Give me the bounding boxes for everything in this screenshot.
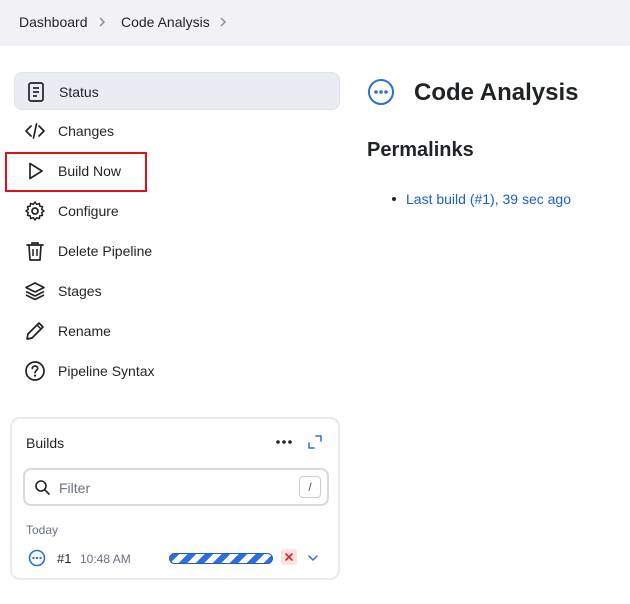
more-horizontal-icon[interactable] xyxy=(274,435,294,449)
breadcrumb-code-analysis[interactable]: Code Analysis xyxy=(121,14,210,30)
sidebar-item-rename[interactable]: Rename xyxy=(14,312,340,350)
document-icon xyxy=(28,82,44,102)
chevron-down-icon[interactable] xyxy=(307,552,319,564)
in-progress-status-icon xyxy=(28,549,46,567)
help-circle-icon xyxy=(25,361,45,381)
sidebar-item-label: Build Now xyxy=(58,163,122,179)
search-icon xyxy=(35,480,50,495)
chevron-right-icon[interactable] xyxy=(217,16,229,28)
trash-icon xyxy=(26,242,44,261)
build-row[interactable]: #1 10:48 AM xyxy=(24,545,330,571)
sidebar-item-label: Stages xyxy=(58,283,102,299)
sidebar-item-label: Rename xyxy=(58,323,111,339)
list-item: Last build (#1), 39 sec ago xyxy=(390,191,571,207)
builds-filter: / xyxy=(23,468,329,506)
permalink-last-build[interactable]: Last build (#1), 39 sec ago xyxy=(406,191,571,207)
builds-filter-input[interactable] xyxy=(59,477,279,499)
permalink-list: Last build (#1), 39 sec ago xyxy=(390,191,571,207)
code-icon xyxy=(25,123,45,139)
sidebar-item-label: Status xyxy=(59,84,99,100)
page-title: Code Analysis xyxy=(414,79,579,106)
build-time: 10:48 AM xyxy=(80,552,131,566)
sidebar-item-label: Delete Pipeline xyxy=(58,243,153,259)
sidebar-item-delete-pipeline[interactable]: Delete Pipeline xyxy=(14,232,340,270)
sidebar-item-label: Pipeline Syntax xyxy=(58,363,155,379)
sidebar-item-label: Configure xyxy=(58,203,119,219)
pencil-icon xyxy=(26,322,44,340)
in-progress-status-icon xyxy=(368,79,394,105)
sidebar-item-stages[interactable]: Stages xyxy=(14,272,340,310)
sidebar-item-build-now[interactable]: Build Now xyxy=(14,152,340,190)
build-number[interactable]: #1 xyxy=(57,551,71,566)
builds-title: Builds xyxy=(26,435,65,451)
abort-build-icon[interactable] xyxy=(281,549,297,565)
sidebar-item-status[interactable]: Status xyxy=(14,72,340,110)
breadcrumb-dashboard[interactable]: Dashboard xyxy=(19,14,88,30)
sidebar-item-pipeline-syntax[interactable]: Pipeline Syntax xyxy=(14,352,340,390)
gear-icon xyxy=(25,201,45,221)
sidebar-item-label: Changes xyxy=(58,123,115,139)
breadcrumb: Dashboard Code Analysis xyxy=(0,0,630,46)
chevron-right-icon xyxy=(99,17,106,27)
build-progress-bar xyxy=(169,553,273,564)
layers-icon xyxy=(25,282,45,301)
expand-icon[interactable] xyxy=(307,434,323,450)
play-icon xyxy=(29,162,43,180)
keyboard-shortcut-hint: / xyxy=(299,476,321,498)
sidebar-item-configure[interactable]: Configure xyxy=(14,192,340,230)
builds-panel: Builds / Today #1 10:48 AM xyxy=(10,417,340,580)
permalinks-heading: Permalinks xyxy=(367,139,474,161)
builds-group-label: Today xyxy=(26,523,59,537)
sidebar-item-changes[interactable]: Changes xyxy=(14,112,340,150)
